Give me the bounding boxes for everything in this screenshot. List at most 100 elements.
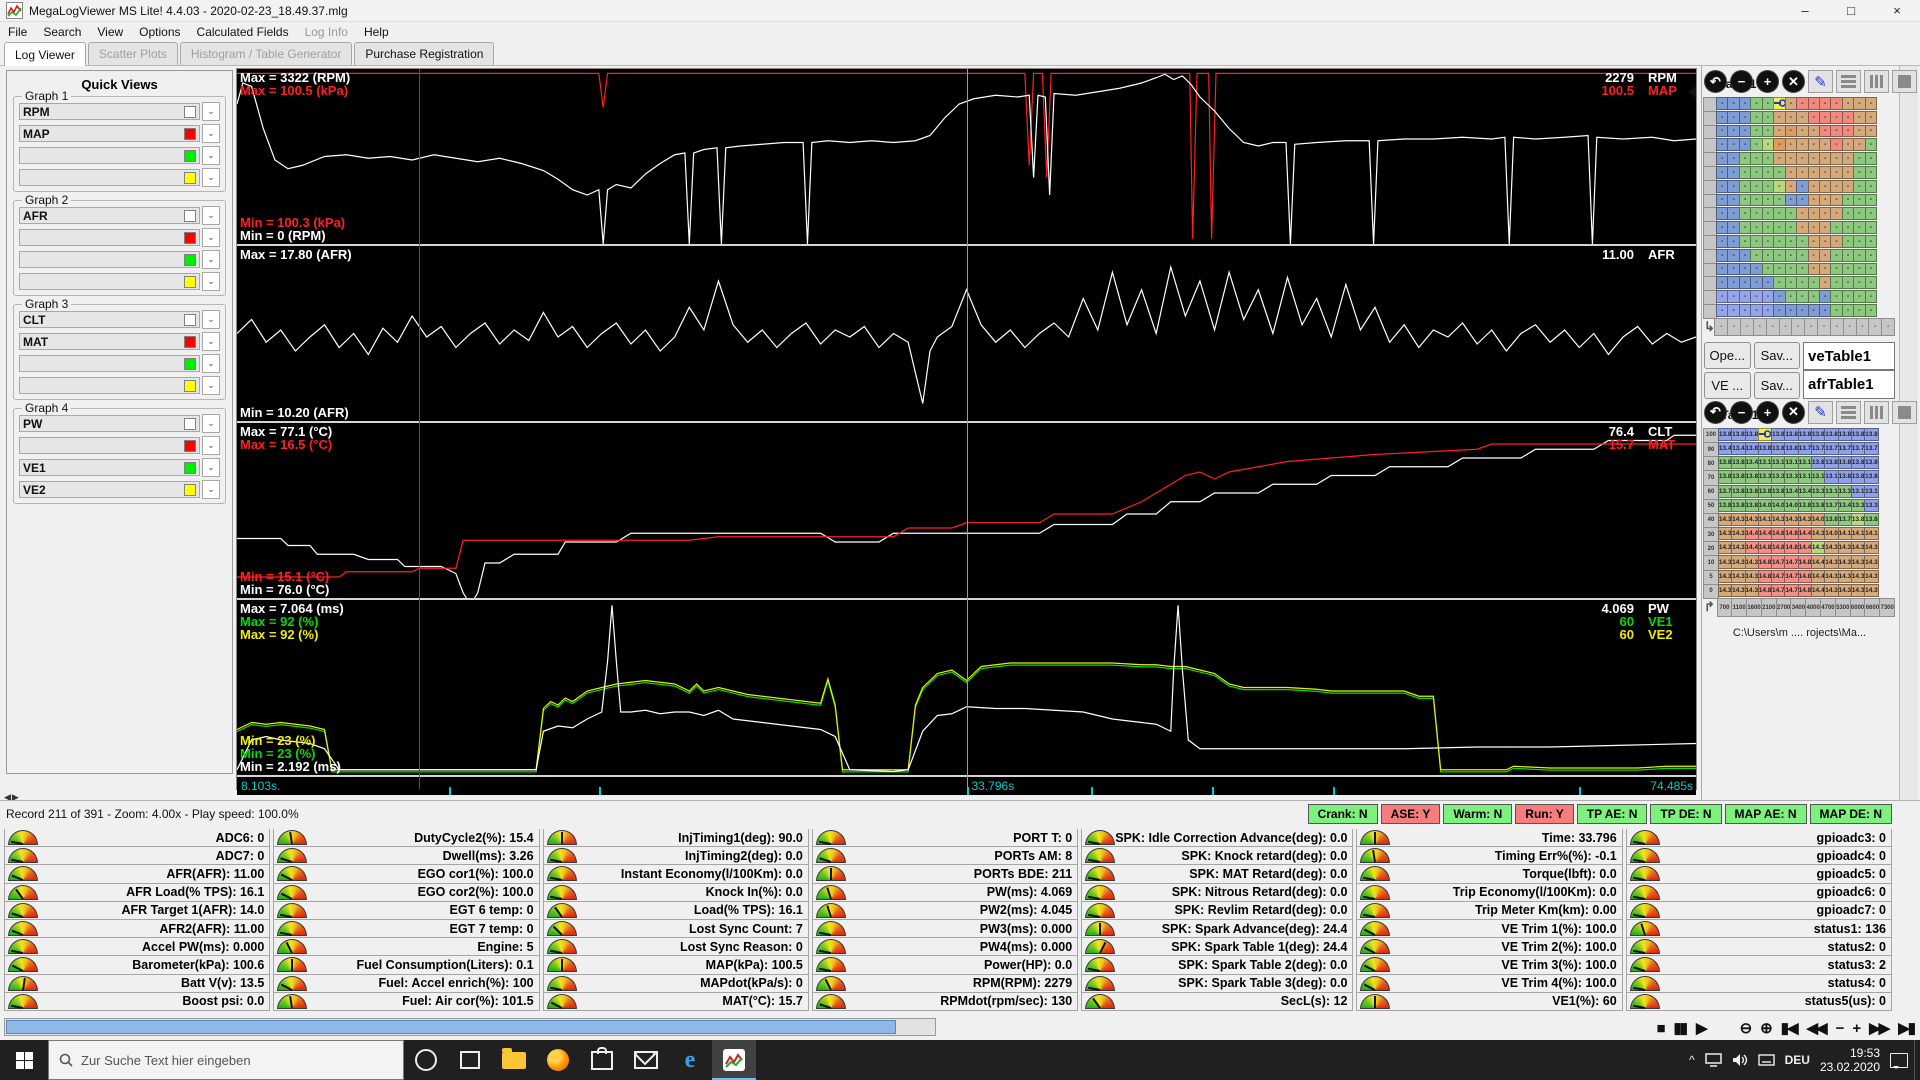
ve-cell[interactable]: -	[1865, 97, 1877, 110]
afr-cell[interactable]: 13.8	[1771, 442, 1785, 455]
megalogviewer-taskbar-button[interactable]	[712, 1040, 756, 1080]
afr-cell[interactable]: 14.3	[1731, 570, 1745, 583]
afr-cell[interactable]: 13.8	[1758, 442, 1772, 455]
afr-cell[interactable]: 13.8	[1731, 456, 1745, 469]
view-cols-button[interactable]	[1864, 70, 1889, 93]
ve-cell[interactable]: -	[1865, 263, 1877, 276]
afr-cell[interactable]: 13.8	[1745, 428, 1759, 441]
zoom-in-button[interactable]: ⊕	[1760, 1019, 1771, 1037]
field-combo-empty[interactable]	[19, 229, 200, 246]
ve-cell[interactable]: -	[1865, 125, 1877, 138]
afr-cell[interactable]: 14.7	[1784, 570, 1798, 583]
fast-forward-button[interactable]: ▶▶	[1869, 1019, 1888, 1037]
afr-cell[interactable]: 14.4	[1798, 541, 1812, 554]
chevron-down-icon[interactable]: ⌄	[202, 458, 220, 477]
start-button[interactable]	[0, 1040, 48, 1080]
afr-cell[interactable]: 13.8	[1851, 456, 1865, 469]
afr-cell[interactable]: 13.8	[1731, 470, 1745, 483]
afr-cell[interactable]: 13.8	[1731, 499, 1745, 512]
afr-cell[interactable]: 13.1	[1824, 485, 1838, 498]
maximize-button[interactable]: □	[1828, 0, 1874, 22]
ve-cell[interactable]: -	[1865, 290, 1877, 303]
ve-cell[interactable]: -	[1865, 138, 1877, 151]
afr-cell[interactable]: 13.8	[1838, 470, 1852, 483]
chevron-down-icon[interactable]: ⌄	[202, 376, 220, 395]
file-explorer-button[interactable]	[492, 1040, 536, 1080]
afr-cell[interactable]: 14.3	[1824, 541, 1838, 554]
afr-cell[interactable]: 14.3	[1838, 584, 1852, 597]
afr-cell[interactable]: 14.3	[1864, 584, 1878, 597]
ve-cell[interactable]: -	[1865, 221, 1877, 234]
edge-button[interactable]: e	[668, 1040, 712, 1080]
afr-cell[interactable]: 13.8	[1745, 485, 1759, 498]
afr-cell[interactable]: 13.1	[1864, 485, 1878, 498]
afr-cell[interactable]: 13.4	[1784, 485, 1798, 498]
afr-cell[interactable]: 13.1	[1824, 470, 1838, 483]
afr-cell[interactable]: 14.0	[1771, 499, 1785, 512]
afr-cell[interactable]: 14.7	[1771, 570, 1785, 583]
afr-cell[interactable]: 14.4	[1758, 527, 1772, 540]
afr-cell[interactable]: 14.3	[1798, 513, 1812, 526]
chevron-down-icon[interactable]: ⌄	[202, 146, 220, 165]
chevron-down-icon[interactable]: ⌄	[202, 102, 220, 121]
afr-cell[interactable]: 13.3	[1771, 470, 1785, 483]
afr-cell[interactable]: 14.3	[1851, 555, 1865, 568]
pause-button[interactable]: ▮▮	[1674, 1019, 1687, 1037]
action-center-icon[interactable]	[1890, 1053, 1908, 1068]
red-cursor-line[interactable]	[419, 69, 420, 789]
tab-log-viewer[interactable]: Log Viewer	[4, 42, 86, 66]
afr-cell[interactable]: 13.8	[1731, 485, 1745, 498]
afr-cell[interactable]: 13.8	[1824, 428, 1838, 441]
afr-cell[interactable]: 14.0	[1811, 513, 1825, 526]
afr-cell[interactable]: 13.3	[1811, 485, 1825, 498]
task-view-button[interactable]	[448, 1040, 492, 1080]
field-combo-empty[interactable]	[19, 273, 200, 290]
afr-cell[interactable]: 13.8	[1758, 485, 1772, 498]
mail-button[interactable]	[624, 1040, 668, 1080]
afr-cell[interactable]: 14.3	[1731, 555, 1745, 568]
ve-cell[interactable]: -	[1865, 207, 1877, 220]
chart-h-scrollbar[interactable]	[4, 1018, 936, 1036]
ve-cell[interactable]: -	[1865, 194, 1877, 207]
afr-cell[interactable]: 13.8	[1838, 428, 1852, 441]
circ-arrow-icon[interactable]: ↶	[1704, 70, 1727, 93]
afr-cell[interactable]: 13.7	[1851, 442, 1865, 455]
afr-cell[interactable]: 14.3	[1838, 555, 1852, 568]
menu-search[interactable]: Search	[35, 23, 89, 41]
menu-options[interactable]: Options	[131, 23, 188, 41]
field-combo-ve2[interactable]: VE2	[19, 481, 200, 498]
taskbar-clock[interactable]: 19:53 23.02.2020	[1820, 1046, 1880, 1074]
play-button[interactable]: ▶	[1696, 1019, 1706, 1037]
log-chart-area[interactable]: Max = 3322 (RPM)Max = 100.5 (kPa)Min = 1…	[236, 68, 1697, 790]
afr-cell[interactable]: 14.8	[1758, 541, 1772, 554]
afr-cell[interactable]: 13.8	[1864, 428, 1878, 441]
field-combo-empty[interactable]	[19, 355, 200, 372]
afr-table-name-field[interactable]: afrTable1	[1803, 370, 1895, 399]
afr-cell[interactable]: 14.7	[1771, 555, 1785, 568]
ve-cell[interactable]: -	[1865, 180, 1877, 193]
afr-cell[interactable]: 14.8	[1771, 541, 1785, 554]
zoom-out-button[interactable]: ⊖	[1740, 1019, 1751, 1037]
afr-cell[interactable]: 13.8	[1784, 428, 1798, 441]
afr-cell[interactable]: 13.8	[1864, 456, 1878, 469]
afr-cell[interactable]: 14.8	[1798, 584, 1812, 597]
afr-cell[interactable]: 13.8	[1798, 499, 1812, 512]
ve-cell[interactable]: -	[1865, 152, 1877, 165]
minimize-button[interactable]: –	[1782, 0, 1828, 22]
afr-cell[interactable]: 14.3	[1718, 513, 1732, 526]
save-afr-button[interactable]: Sav...	[1754, 372, 1801, 399]
chevron-down-icon[interactable]: ⌄	[202, 310, 220, 329]
view-cols-button[interactable]	[1864, 401, 1889, 424]
afr-cell[interactable]: 14.4	[1798, 527, 1812, 540]
afr-cell[interactable]: 14.3	[1838, 570, 1852, 583]
chevron-down-icon[interactable]: ⌄	[202, 124, 220, 143]
afr-cell[interactable]: 13.8	[1798, 428, 1812, 441]
field-combo-empty[interactable]	[19, 437, 200, 454]
field-combo-mat[interactable]: MAT	[19, 333, 200, 350]
stop-button[interactable]: ■	[1656, 1020, 1663, 1037]
afr-cell[interactable]: 13.7	[1824, 499, 1838, 512]
afr-cell[interactable]: 14.3	[1851, 541, 1865, 554]
afr-cell[interactable]: 13.1	[1798, 470, 1812, 483]
afr-cell[interactable]: 13.7	[1824, 442, 1838, 455]
afr-cell[interactable]: 14.8	[1758, 555, 1772, 568]
